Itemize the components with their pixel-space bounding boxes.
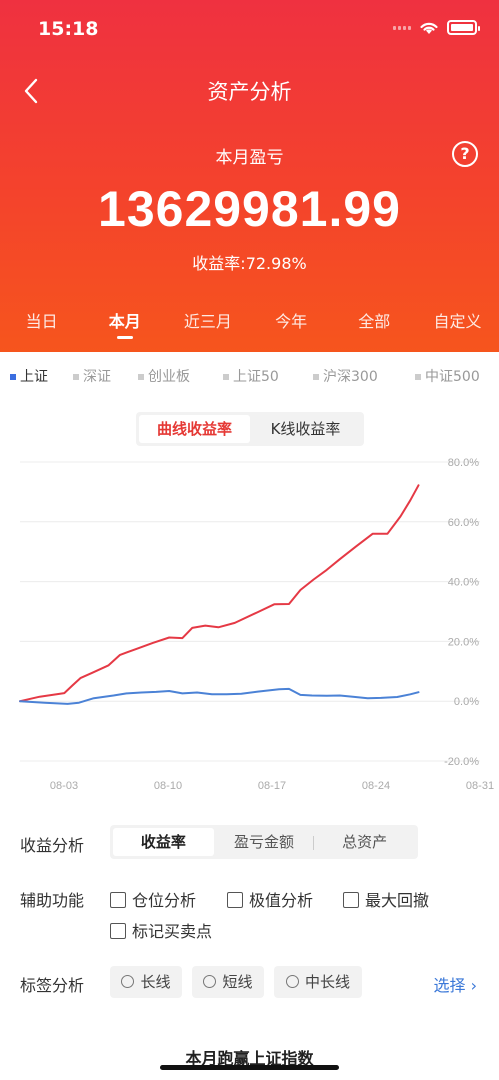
portfolio-return-line [19, 484, 420, 703]
y-tick-label: 20.0% [448, 636, 479, 648]
checkbox-icon [110, 892, 126, 908]
select-link[interactable]: 选择 › [433, 972, 477, 996]
battery-icon [447, 20, 480, 35]
index-selector: 上证 深证 创业板 上证50 沪深300 中证500 [0, 366, 499, 388]
period-tabs: 当日 本月 近三月 今年 全部 自定义 [0, 308, 499, 352]
index-tab-label: 创业板 [148, 369, 190, 385]
legend-dot [10, 374, 16, 380]
segment-total-assets[interactable]: 总资产 [314, 828, 415, 856]
position-analysis-checkbox[interactable]: 仓位分析 [110, 887, 196, 911]
tag-mid-long-term[interactable]: 中长线 [274, 966, 362, 998]
max-drawdown-checkbox[interactable]: 最大回撤 [343, 887, 429, 911]
curve-return-button[interactable]: 曲线收益率 [139, 415, 250, 443]
tag-short-term[interactable]: 短线 [192, 966, 264, 998]
legend-dot [415, 374, 421, 380]
radio-icon [121, 975, 135, 988]
chevron-right-icon: › [470, 976, 477, 995]
extreme-analysis-checkbox[interactable]: 极值分析 [227, 887, 313, 911]
kline-return-button[interactable]: K线收益率 [250, 415, 361, 443]
y-tick-label: 0.0% [454, 696, 479, 708]
month-pnl-label: 本月盈亏 [215, 148, 284, 168]
index-tab-sse50[interactable]: 上证50 [223, 366, 279, 386]
index-tab-label: 上证 [20, 369, 48, 385]
tab-this-year[interactable]: 今年 [250, 308, 333, 352]
segment-label: 盈亏金额 [234, 833, 295, 851]
checkbox-label: 最大回撤 [365, 891, 430, 910]
tag-long-term[interactable]: 长线 [110, 966, 182, 998]
analysis-label: 收益分析 [20, 836, 85, 855]
header-banner: 15:18 资产分析 本月盈亏 ? 13629981.99 收益率:72.98%… [0, 0, 499, 352]
tab-this-month[interactable]: 本月 [83, 308, 166, 352]
index-tab-label: 上证50 [233, 369, 279, 385]
index-tab-csi500[interactable]: 中证500 [415, 366, 480, 386]
x-tick-label: 08-31 [466, 780, 494, 792]
return-chart: 80.0% 60.0% 40.0% 20.0% 0.0% -20.0% 08-03 08-10… [19, 457, 494, 792]
checkbox-icon [343, 892, 359, 908]
index-tab-label: 深证 [83, 369, 111, 385]
page-title: 资产分析 [207, 80, 292, 104]
tab-custom[interactable]: 自定义 [416, 308, 499, 352]
chart-type-toggle: 曲线收益率 K线收益率 [136, 412, 364, 446]
tab-all[interactable]: 全部 [333, 308, 416, 352]
wifi-icon [420, 22, 438, 34]
y-tick-label: 40.0% [448, 577, 479, 589]
index-tab-sz[interactable]: 深证 [73, 366, 111, 386]
tag-option-label: 短线 [222, 973, 253, 991]
select-link-label: 选择 [433, 976, 466, 995]
radio-icon [203, 975, 217, 988]
x-tick-label: 08-24 [362, 780, 390, 792]
segment-return-rate[interactable]: 收益率 [113, 828, 214, 856]
month-pnl-amount: 13629981.99 [98, 181, 401, 237]
status-time: 15:18 [38, 18, 99, 40]
checkbox-label: 极值分析 [249, 891, 314, 910]
checkbox-icon [227, 892, 243, 908]
status-icons [393, 20, 480, 35]
tag-option-label: 中长线 [304, 973, 350, 991]
mark-trades-checkbox[interactable]: 标记买卖点 [110, 918, 212, 942]
legend-dot [223, 374, 229, 380]
x-tick-label: 08-10 [154, 780, 182, 792]
help-icon[interactable]: ? [452, 141, 478, 167]
aux-label: 辅助功能 [20, 891, 85, 910]
tab-today[interactable]: 当日 [0, 308, 83, 352]
legend-dot [138, 374, 144, 380]
legend-dot [313, 374, 319, 380]
y-tick-label: 60.0% [448, 517, 479, 529]
checkbox-label: 标记买卖点 [132, 922, 213, 941]
radio-icon [285, 975, 299, 988]
cellular-signal-icon [393, 25, 411, 30]
month-return-rate: 收益率:72.98% [192, 254, 307, 273]
index-tab-csi300[interactable]: 沪深300 [313, 366, 378, 386]
checkbox-label: 仓位分析 [132, 891, 197, 910]
y-tick-label: 80.0% [448, 457, 479, 469]
tag-label: 标签分析 [20, 976, 85, 995]
index-tab-label: 中证500 [425, 369, 480, 385]
tag-option-label: 长线 [140, 973, 171, 991]
analysis-segment: 收益率 盈亏金额 总资产 [110, 825, 418, 859]
x-tick-label: 08-03 [50, 780, 78, 792]
y-tick-label: -20.0% [444, 756, 479, 768]
segment-pnl-amount[interactable]: 盈亏金额 [214, 828, 315, 856]
checkbox-icon [110, 923, 126, 939]
home-indicator [160, 1065, 339, 1070]
index-tab-sh[interactable]: 上证 [10, 366, 48, 386]
index-tab-label: 沪深300 [323, 369, 378, 385]
x-tick-label: 08-17 [258, 780, 286, 792]
legend-dot [73, 374, 79, 380]
index-tab-gem[interactable]: 创业板 [138, 366, 190, 386]
tab-three-months[interactable]: 近三月 [166, 308, 249, 352]
